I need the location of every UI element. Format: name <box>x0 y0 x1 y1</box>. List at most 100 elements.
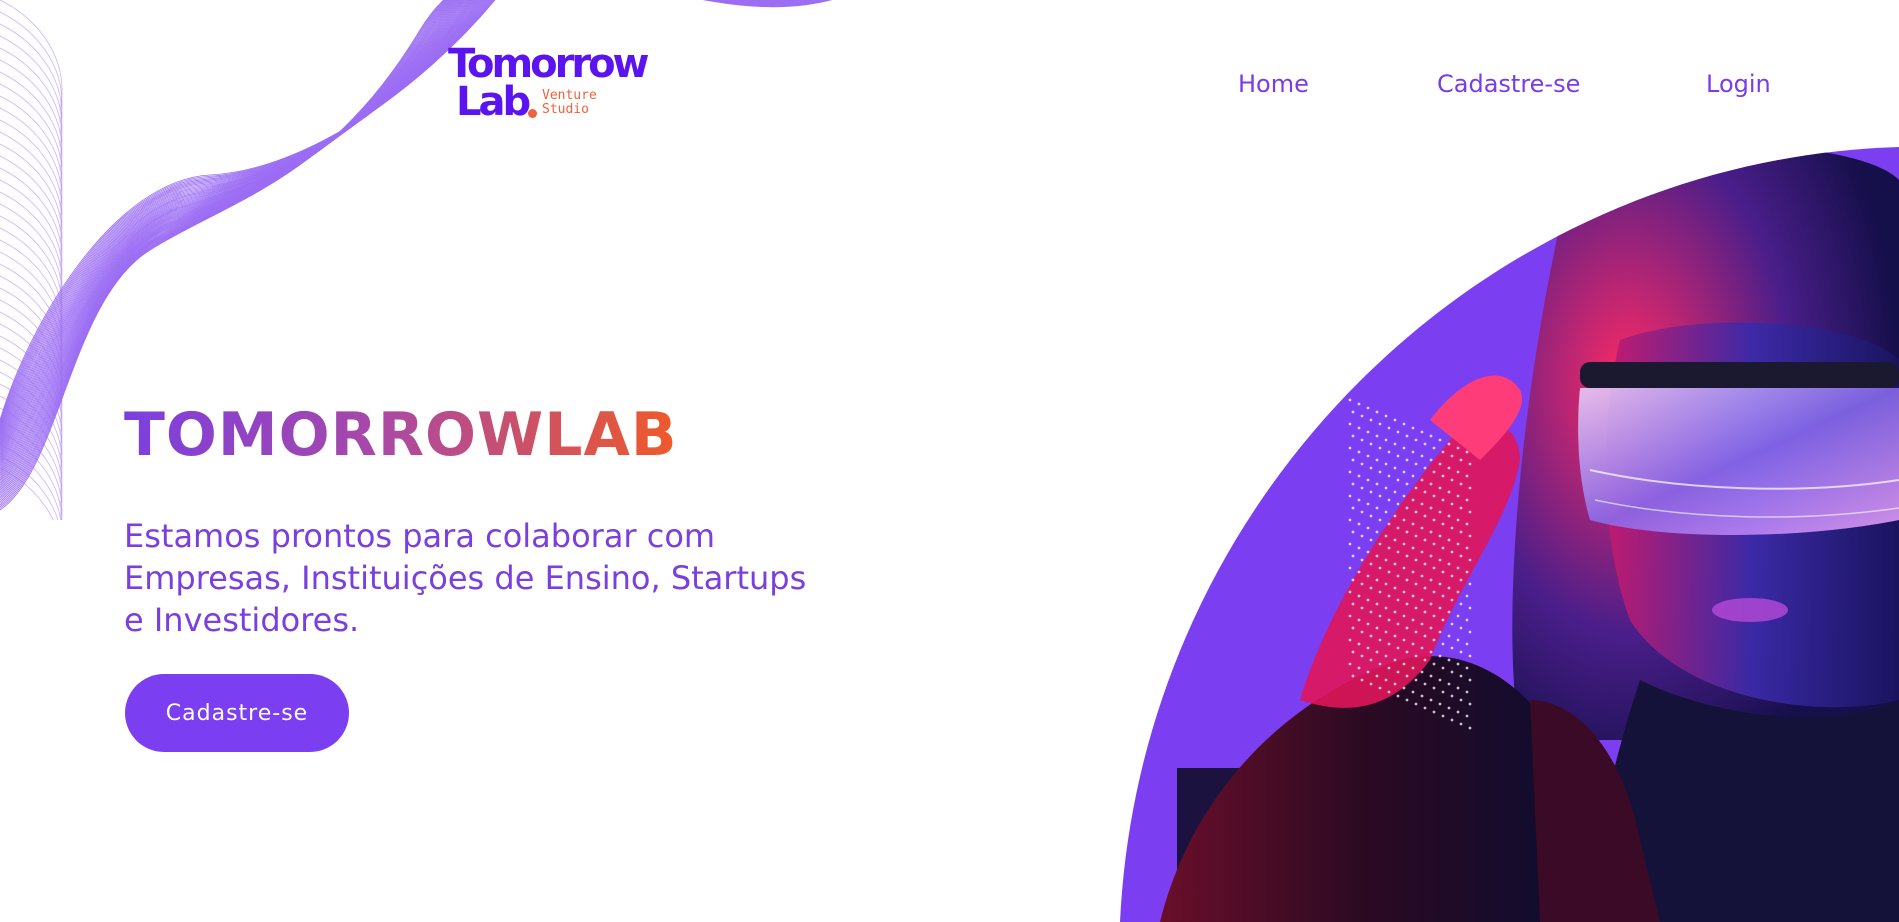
light-dot <box>1441 690 1445 694</box>
light-dot <box>1450 454 1454 458</box>
light-dot <box>1357 426 1361 430</box>
light-dot <box>1432 446 1436 450</box>
light-dot <box>1438 582 1442 586</box>
light-dot <box>1348 494 1352 498</box>
light-dot <box>1447 442 1451 446</box>
light-dot <box>1357 450 1361 454</box>
light-dot <box>1357 642 1361 646</box>
light-dot <box>1420 598 1424 602</box>
light-dot <box>1429 554 1433 558</box>
woman-vr-visor-photo <box>1120 147 1899 922</box>
light-dot <box>1420 454 1424 458</box>
light-dot <box>1375 578 1379 582</box>
light-dot <box>1459 674 1463 678</box>
light-dot <box>1396 430 1400 434</box>
hero-title: TOMORROWLAB <box>124 400 678 471</box>
light-dot <box>1378 686 1382 690</box>
nav-cadastre-link[interactable]: Cadastre-se <box>1437 70 1580 98</box>
light-dot <box>1456 566 1460 570</box>
light-dot <box>1450 670 1454 674</box>
light-dot <box>1348 518 1352 522</box>
light-dot <box>1429 578 1433 582</box>
light-dot <box>1456 686 1460 690</box>
light-dot <box>1402 446 1406 450</box>
light-dot <box>1459 650 1463 654</box>
light-dot <box>1369 538 1373 542</box>
light-dot <box>1366 406 1370 410</box>
light-dot <box>1348 590 1352 594</box>
light-dot <box>1402 518 1406 522</box>
logo-subtitle-studio: Studio <box>542 102 589 117</box>
light-dot <box>1384 606 1388 610</box>
light-dot <box>1369 634 1373 638</box>
light-dot <box>1384 510 1388 514</box>
light-dot <box>1429 530 1433 534</box>
light-dot <box>1396 574 1400 578</box>
light-dot <box>1357 522 1361 526</box>
light-dot <box>1396 502 1400 506</box>
light-dot <box>1414 534 1418 538</box>
light-dot <box>1459 554 1463 558</box>
light-dot <box>1411 642 1415 646</box>
light-dot <box>1351 602 1355 606</box>
light-dot <box>1360 414 1364 418</box>
light-dot <box>1393 442 1397 446</box>
light-dot <box>1423 490 1427 494</box>
light-dot <box>1429 698 1433 702</box>
light-dot <box>1378 470 1382 474</box>
wave-line <box>0 0 475 457</box>
light-dot <box>1360 510 1364 514</box>
light-dot <box>1396 694 1400 698</box>
light-dot <box>1375 554 1379 558</box>
light-dot <box>1438 486 1442 490</box>
light-dot <box>1450 598 1454 602</box>
light-dot <box>1387 642 1391 646</box>
light-dot <box>1348 662 1352 666</box>
light-dot <box>1450 718 1454 722</box>
light-dot <box>1438 510 1442 514</box>
light-dot <box>1459 506 1463 510</box>
light-dot <box>1351 506 1355 510</box>
light-dot <box>1429 458 1433 462</box>
light-dot <box>1402 590 1406 594</box>
light-dot <box>1360 438 1364 442</box>
light-dot <box>1348 398 1352 402</box>
light-dot <box>1459 722 1463 726</box>
light-dot <box>1414 630 1418 634</box>
light-dot <box>1378 542 1382 546</box>
light-dot <box>1447 610 1451 614</box>
light-dot <box>1465 522 1469 526</box>
light-dot <box>1351 650 1355 654</box>
light-dot <box>1402 662 1406 666</box>
light-dot <box>1429 434 1433 438</box>
light-dot <box>1357 498 1361 502</box>
light-dot <box>1348 542 1352 546</box>
light-dot <box>1384 654 1388 658</box>
light-dot <box>1384 486 1388 490</box>
light-dot <box>1468 678 1472 682</box>
light-dot <box>1441 594 1445 598</box>
light-dot <box>1432 542 1436 546</box>
light-dot <box>1468 510 1472 514</box>
light-dot <box>1456 614 1460 618</box>
light-dot <box>1450 478 1454 482</box>
light-dot <box>1411 522 1415 526</box>
light-dot <box>1456 638 1460 642</box>
light-dot <box>1348 470 1352 474</box>
nav-login-link[interactable]: Login <box>1706 70 1771 98</box>
light-dot <box>1396 550 1400 554</box>
light-dot <box>1465 570 1469 574</box>
light-dot <box>1366 478 1370 482</box>
light-dot <box>1450 694 1454 698</box>
cadastre-se-button[interactable]: Cadastre-se <box>125 674 349 752</box>
light-dot <box>1414 702 1418 706</box>
light-dot <box>1360 678 1364 682</box>
nav-home-link[interactable]: Home <box>1238 70 1309 98</box>
light-dot <box>1411 690 1415 694</box>
light-dot <box>1429 626 1433 630</box>
light-dot <box>1369 682 1373 686</box>
light-dot <box>1423 706 1427 710</box>
light-dot <box>1402 470 1406 474</box>
light-dot <box>1456 590 1460 594</box>
light-dot <box>1360 582 1364 586</box>
